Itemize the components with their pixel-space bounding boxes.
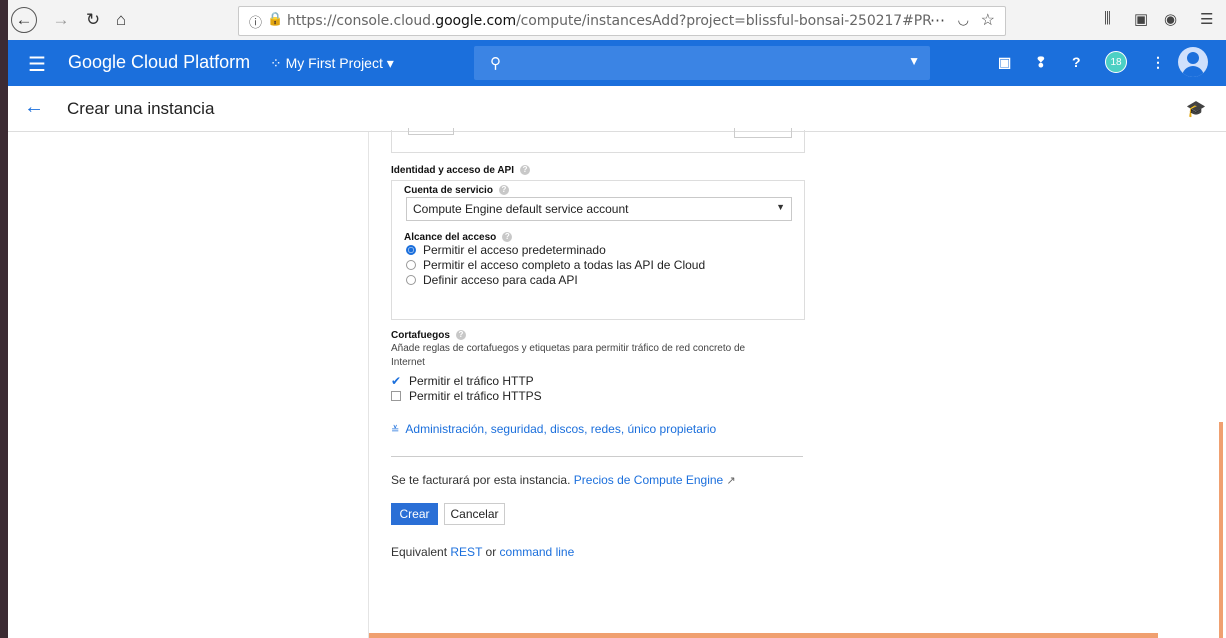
help-icon[interactable]: ?: [502, 232, 513, 243]
identity-section-title: Identidad y acceso de API?: [391, 165, 531, 176]
reload-icon[interactable]: ↻: [80, 7, 106, 33]
radio-icon: [406, 274, 416, 285]
back-arrow-icon[interactable]: ←: [24, 96, 44, 119]
scope-radio-custom[interactable]: Definir acceso para cada API: [406, 273, 578, 287]
url-text: https://console.cloud.google.com/compute…: [287, 13, 932, 29]
info-icon[interactable]: ⓘ: [249, 12, 262, 31]
access-scope-label: Alcance del acceso?: [404, 232, 513, 243]
search-bar[interactable]: ⚲ ▼: [474, 46, 930, 80]
service-account-value: Compute Engine default service account: [413, 202, 629, 216]
http-checkbox[interactable]: ✔ Permitir el tráfico HTTP: [391, 374, 534, 388]
project-dots-icon: ⁘: [270, 55, 282, 71]
previous-card-field[interactable]: [408, 128, 454, 135]
url-bar[interactable]: ⓘ 🔒 https://console.cloud.google.com/com…: [238, 6, 1006, 36]
firewall-section-title: Cortafuegos?: [391, 330, 466, 341]
browser-toolbar: ← → ↻ ⌂ ⓘ 🔒 https://console.cloud.google…: [8, 0, 1226, 41]
account-icon[interactable]: ◉: [1164, 10, 1177, 28]
search-dropdown-icon[interactable]: ▼: [908, 54, 920, 68]
project-name: My First Project: [285, 55, 383, 71]
gcp-header: ☰ Google Cloud Platform ⁘ My First Proje…: [8, 40, 1226, 86]
firewall-description: Añade reglas de cortafuegos y etiquetas …: [391, 343, 746, 368]
page-actions-icon[interactable]: ⋯: [930, 11, 945, 29]
chevron-down-icon: ▾: [386, 55, 394, 71]
radio-icon: [406, 259, 416, 270]
billing-note: Se te facturará por esta instancia. Prec…: [391, 473, 736, 487]
hamburger-menu-icon[interactable]: ☰: [28, 52, 46, 77]
library-icon[interactable]: ⫼: [1104, 10, 1111, 27]
lock-icon: 🔒: [267, 11, 284, 26]
browser-back-icon[interactable]: ←: [11, 7, 37, 33]
previous-card: [391, 128, 805, 153]
external-link-icon: ↗: [726, 475, 736, 487]
pricing-link[interactable]: Precios de Compute Engine: [574, 473, 723, 487]
search-icon: ⚲: [490, 55, 501, 72]
bookmark-star-icon[interactable]: ☆: [981, 10, 995, 30]
service-account-select[interactable]: Compute Engine default service account ▼: [406, 197, 792, 221]
help-icon[interactable]: ?: [498, 185, 509, 196]
sidebar-icon[interactable]: ▣: [1134, 10, 1148, 28]
project-selector[interactable]: ⁘ My First Project ▾: [270, 55, 394, 72]
learn-graduation-cap-icon[interactable]: 🎓: [1186, 99, 1206, 119]
scope-radio-default[interactable]: Permitir el acceso predeterminado: [406, 243, 606, 257]
dropdown-arrow-icon: ▼: [776, 202, 785, 212]
https-checkbox[interactable]: Permitir el tráfico HTTPS: [391, 389, 542, 403]
cancel-button[interactable]: Cancelar: [444, 503, 505, 525]
radio-selected-icon: [406, 244, 416, 255]
browser-forward-icon[interactable]: →: [48, 7, 74, 33]
cloud-shell-icon[interactable]: ▣: [998, 54, 1011, 71]
create-button[interactable]: Crear: [391, 503, 438, 525]
equivalent-line: Equivalent REST or command line: [391, 545, 575, 559]
main-form: Identidad y acceso de API? Cuenta de ser…: [369, 128, 1226, 638]
help-icon[interactable]: ?: [455, 330, 466, 341]
notifications-badge[interactable]: 18: [1105, 51, 1127, 73]
browser-menu-icon[interactable]: ☰: [1200, 10, 1213, 28]
command-line-link[interactable]: command line: [500, 545, 575, 559]
change-button[interactable]: [734, 128, 792, 138]
help-icon[interactable]: ?: [520, 165, 531, 176]
service-account-label: Cuenta de servicio?: [404, 185, 509, 196]
brand-title[interactable]: Google Cloud Platform: [68, 52, 250, 73]
double-chevron-down-icon: ≚: [391, 425, 400, 436]
rest-link[interactable]: REST: [450, 545, 482, 559]
advanced-options-link[interactable]: ≚ Administración, seguridad, discos, rede…: [391, 422, 716, 436]
scope-radio-full[interactable]: Permitir el acceso completo a todas las …: [406, 258, 705, 272]
divider: [391, 456, 803, 457]
identity-card: Cuenta de servicio? Compute Engine defau…: [391, 180, 805, 320]
window-edge-accent: [1219, 422, 1223, 638]
page-header: ← Crear una instancia 🎓: [8, 86, 1226, 132]
left-pane: [8, 132, 369, 638]
avatar[interactable]: [1178, 47, 1208, 77]
window-bottom-accent: [369, 633, 1158, 638]
home-icon[interactable]: ⌂: [108, 7, 134, 33]
pocket-icon[interactable]: ◡: [958, 12, 969, 28]
checkmark-icon: ✔: [391, 373, 402, 388]
help-icon[interactable]: ?: [1072, 54, 1081, 70]
feedback-icon[interactable]: ❢: [1035, 54, 1047, 71]
page-title: Crear una instancia: [67, 99, 215, 118]
more-vert-icon[interactable]: ⋮: [1151, 54, 1165, 71]
checkbox-icon: [391, 390, 401, 401]
